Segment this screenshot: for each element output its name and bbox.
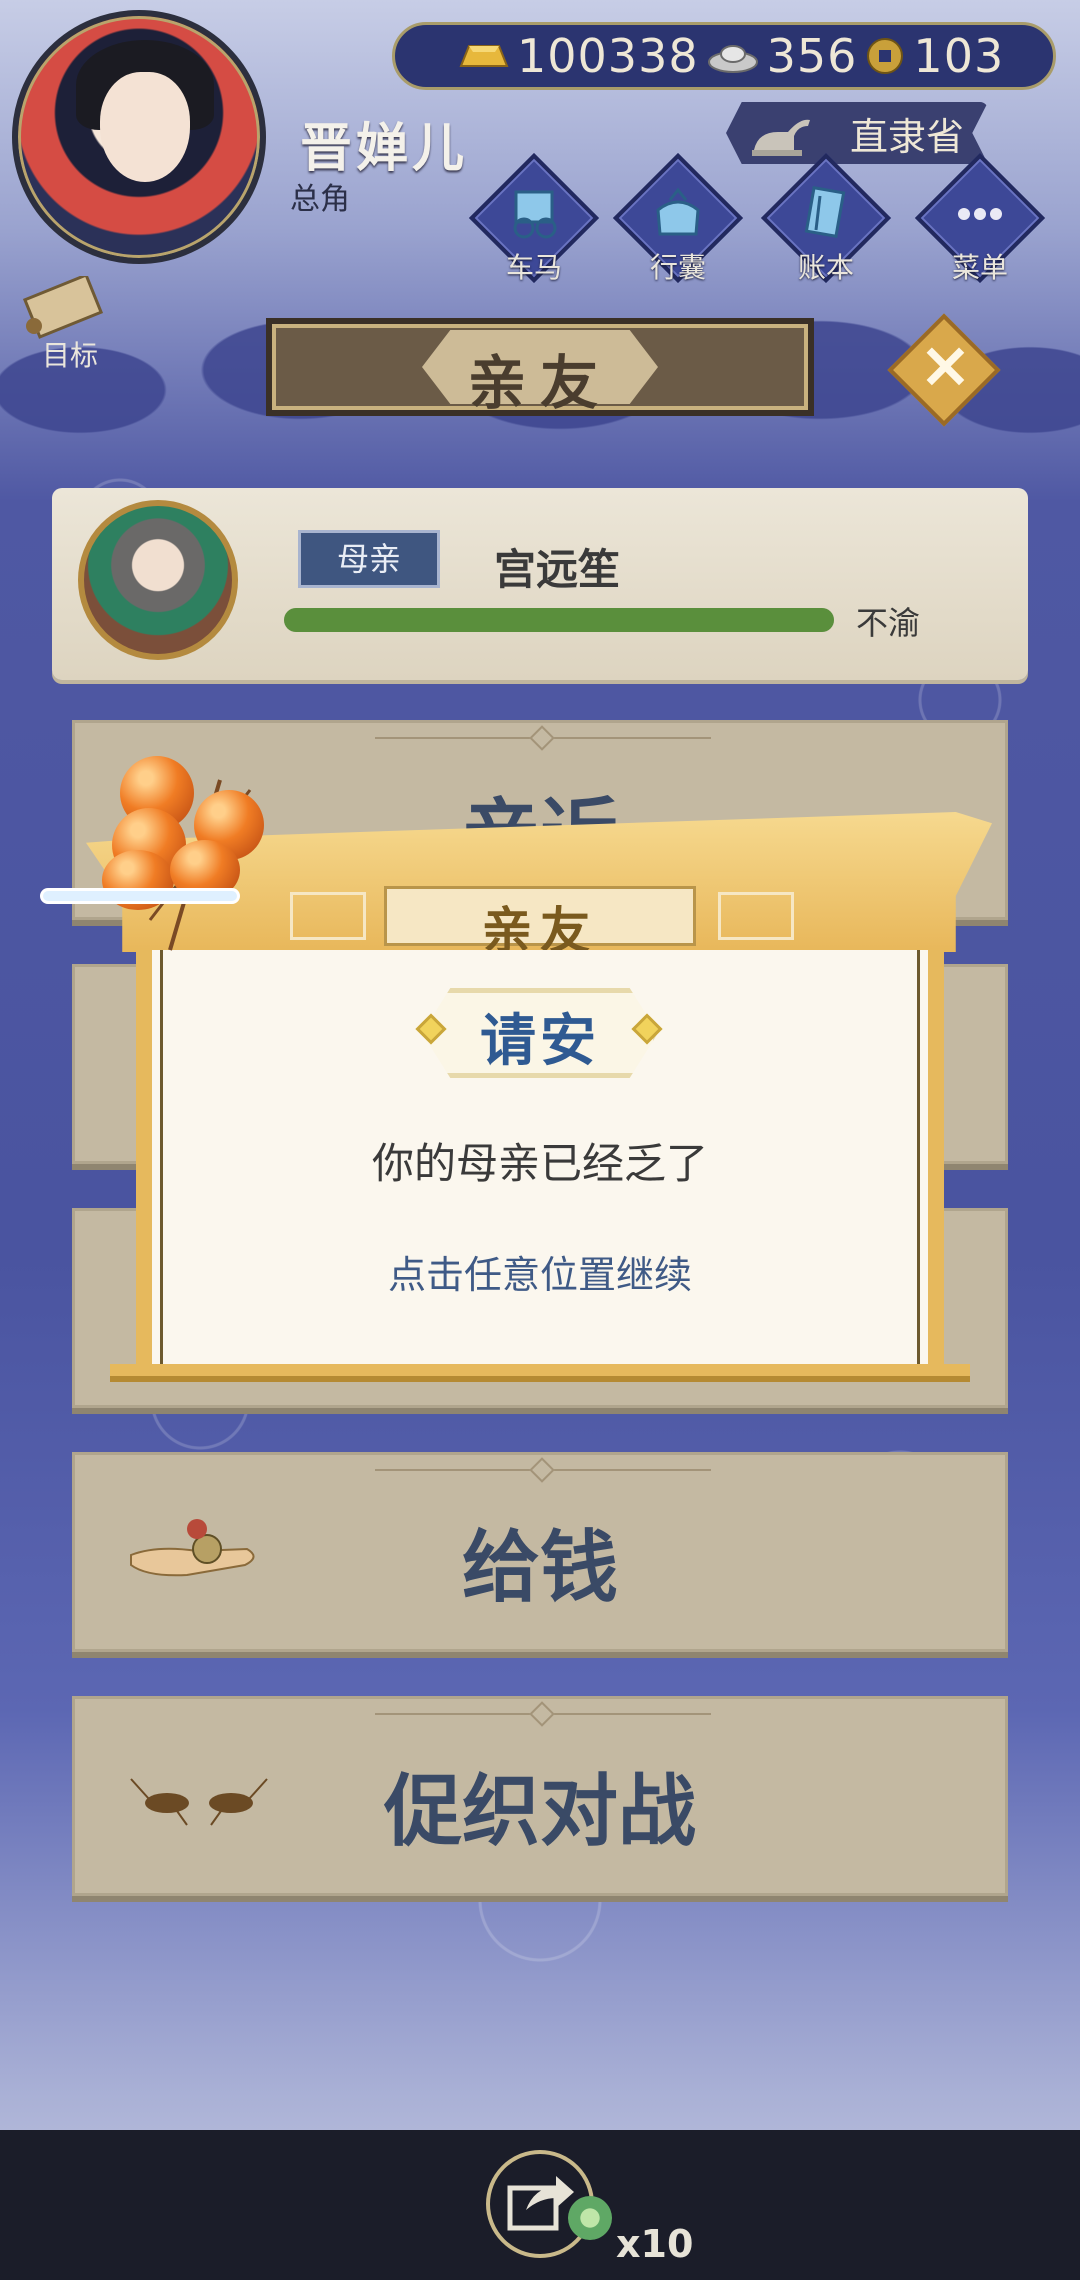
relative-avatar[interactable]	[78, 500, 238, 660]
menu-icon	[958, 208, 1002, 220]
silver-currency: 356	[705, 29, 858, 83]
gold-ingot-icon	[459, 45, 509, 67]
action-cricket-battle-label: 促织对战	[383, 1767, 696, 1857]
close-icon: ×	[918, 328, 973, 403]
share-count: x10	[616, 2222, 694, 2266]
coin-value: 103	[913, 29, 1005, 83]
coin-currency: 103	[863, 29, 1004, 83]
location-label: 直隶省	[850, 115, 965, 159]
affection-bar-fill	[284, 608, 834, 632]
page-title: 亲友	[467, 349, 612, 417]
nav-bag-label: 行囊	[649, 251, 706, 284]
currency-bar: 100338 356 103	[392, 22, 1056, 90]
modal-footer-rail	[110, 1364, 970, 1382]
player-role: 总角	[290, 182, 350, 217]
goal-button[interactable]: 目标	[14, 273, 134, 376]
action-divider-diamond	[529, 1701, 555, 1727]
action-give-money-button[interactable]: 给钱	[72, 1452, 1008, 1652]
modal-message: 你的母亲已经乏了	[371, 1139, 708, 1188]
modal-title-box: 亲友	[384, 886, 696, 960]
continue-hint[interactable]: 点击任意位置继续	[136, 1244, 944, 1299]
nav-menu-label: 菜单	[951, 251, 1008, 284]
relative-status: 不渝	[856, 604, 921, 642]
nav-menu-button[interactable]: 菜单	[914, 152, 1046, 284]
silver-value: 356	[766, 29, 858, 83]
player-avatar[interactable]	[12, 10, 266, 264]
gold-value: 100338	[517, 29, 699, 83]
carriage-icon	[513, 190, 557, 239]
action-give-money-label: 给钱	[461, 1523, 618, 1613]
ledger-icon	[804, 186, 846, 239]
modal-subtitle: 请安	[480, 1009, 600, 1074]
scroll-icon	[22, 273, 104, 339]
action-divider-diamond	[529, 1457, 555, 1483]
page-title-banner: 亲友	[266, 318, 814, 417]
copper-coin-icon	[867, 38, 904, 74]
nav-carriage-button[interactable]: 车马	[468, 152, 600, 284]
avatar-face	[100, 72, 190, 182]
modal-header-ornament-left	[290, 892, 366, 940]
action-cricket-battle-button[interactable]: 促织对战	[72, 1696, 1008, 1896]
player-name: 晋婵儿	[300, 119, 469, 179]
nav-carriage-label: 车马	[505, 251, 562, 284]
modal-header-ornament-right	[718, 892, 794, 940]
nav-ledger-label: 账本	[797, 251, 854, 284]
relation-tag: 母亲	[298, 530, 440, 588]
nav-bag-button[interactable]: 行囊	[612, 152, 744, 284]
cloud-wisp	[40, 888, 240, 904]
nav-ledger-button[interactable]: 账本	[760, 152, 892, 284]
action-divider-diamond	[529, 725, 555, 751]
affection-bar	[284, 608, 834, 632]
silver-ingot-icon	[707, 45, 758, 73]
gold-currency: 100338	[455, 29, 699, 83]
goal-label: 目标	[42, 339, 99, 372]
bag-icon	[656, 187, 700, 236]
relative-name: 宫远笙	[494, 545, 621, 594]
location-icon	[752, 119, 810, 156]
jade-coin-icon	[568, 2196, 612, 2240]
